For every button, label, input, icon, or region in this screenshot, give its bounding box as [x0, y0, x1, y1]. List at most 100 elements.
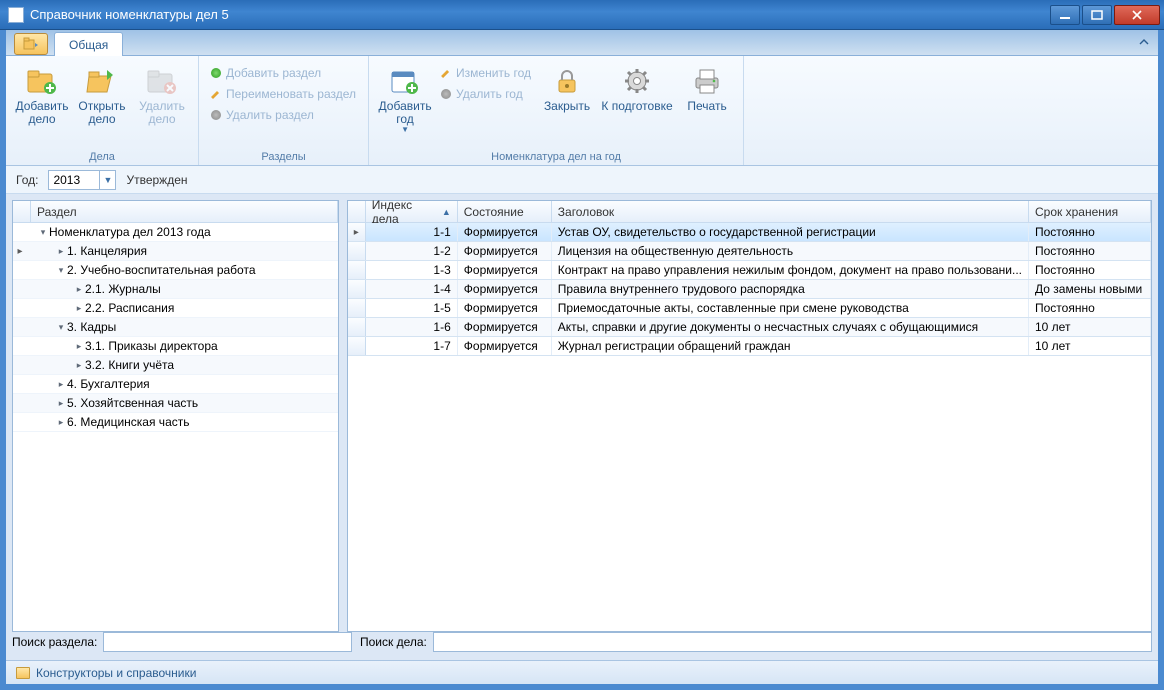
chevron-right-icon[interactable]: ▸ — [73, 360, 85, 371]
table-row[interactable]: 1-3ФормируетсяКонтракт на право управлен… — [348, 261, 1151, 280]
tree-item-label: Номенклатура дел 2013 года — [49, 225, 211, 239]
year-toolbar: Год: ▼ Утвержден — [6, 166, 1158, 194]
tree-row[interactable]: ▸3.2. Книги учёта — [13, 356, 338, 375]
search-section-input[interactable] — [103, 632, 352, 652]
tree-row[interactable]: ▸2.2. Расписания — [13, 299, 338, 318]
add-year-label: Добавить год — [379, 100, 432, 126]
chevron-right-icon[interactable]: ▸ — [55, 379, 67, 390]
table-row[interactable]: 1-7ФормируетсяЖурнал регистрации обращен… — [348, 337, 1151, 356]
cell-storage: 10 лет — [1029, 337, 1151, 355]
col-storage[interactable]: Срок хранения — [1029, 201, 1151, 222]
table-row[interactable]: 1-2ФормируетсяЛицензия на общественную д… — [348, 242, 1151, 261]
chevron-down-icon[interactable]: ▾ — [55, 265, 67, 276]
row-indicator-icon — [348, 337, 366, 355]
table-row[interactable]: 1-6ФормируетсяАкты, справки и другие док… — [348, 318, 1151, 337]
col-state[interactable]: Состояние — [458, 201, 552, 222]
tree-body[interactable]: ▾Номенклатура дел 2013 года▸▸1. Канцеляр… — [13, 223, 338, 631]
ribbon-group-razdely: Добавить раздел Переименовать раздел Уда… — [199, 56, 369, 165]
lock-label: Закрыть — [544, 100, 590, 113]
chevron-right-icon[interactable]: ▸ — [73, 303, 85, 314]
grid-body[interactable]: ▸1-1ФормируетсяУстав ОУ, свидетельство о… — [348, 223, 1151, 631]
open-delo-button[interactable]: Открыть дело — [74, 60, 130, 130]
cell-title: Правила внутреннего трудового распорядка — [552, 280, 1029, 298]
quick-access-button[interactable] — [14, 33, 48, 55]
print-label: Печать — [687, 100, 726, 113]
add-year-button[interactable]: Добавить год ▼ — [377, 60, 433, 139]
folder-open-icon — [85, 64, 119, 98]
pencil-icon — [441, 68, 451, 78]
folder-icon — [16, 667, 30, 679]
row-indicator-icon: ▸ — [13, 246, 27, 257]
col-title[interactable]: Заголовок — [552, 201, 1029, 222]
tree-row[interactable]: ▸▸1. Канцелярия — [13, 242, 338, 261]
cell-state: Формируется — [458, 299, 552, 317]
lock-button[interactable]: Закрыть — [539, 60, 595, 117]
cell-state: Формируется — [458, 223, 552, 241]
cell-index: 1-5 — [366, 299, 458, 317]
minimize-button[interactable] — [1050, 5, 1080, 25]
cell-title: Лицензия на общественную деятельность — [552, 242, 1029, 260]
add-delo-button[interactable]: Добавить дело — [14, 60, 70, 130]
cell-index: 1-2 — [366, 242, 458, 260]
ribbon-group-dela: Добавить дело Открыть дело Удалить дело — [6, 56, 199, 165]
statusbar: Конструкторы и справочники — [6, 660, 1158, 684]
add-section-button: Добавить раздел — [207, 64, 360, 82]
tree-item-label: 4. Бухгалтерия — [67, 377, 150, 391]
statusbar-text[interactable]: Конструкторы и справочники — [36, 666, 196, 680]
cell-index: 1-3 — [366, 261, 458, 279]
ribbon-collapse-icon[interactable] — [1138, 36, 1150, 50]
row-indicator-icon — [348, 299, 366, 317]
ribbon: Добавить дело Открыть дело Удалить дело — [6, 56, 1158, 166]
chevron-down-icon[interactable]: ▼ — [99, 171, 115, 189]
prepare-button[interactable]: К подготовке — [599, 60, 675, 117]
chevron-right-icon[interactable]: ▸ — [73, 284, 85, 295]
maximize-button[interactable] — [1082, 5, 1112, 25]
gear-icon — [620, 64, 654, 98]
year-input[interactable] — [49, 171, 99, 189]
chevron-right-icon[interactable]: ▸ — [55, 246, 67, 257]
chevron-right-icon[interactable]: ▸ — [73, 341, 85, 352]
col-index[interactable]: Индекс дела▲ — [366, 201, 458, 222]
year-combobox[interactable]: ▼ — [48, 170, 116, 190]
tree-row[interactable]: ▸3.1. Приказы директора — [13, 337, 338, 356]
tree-row[interactable]: ▾3. Кадры — [13, 318, 338, 337]
tab-general[interactable]: Общая — [54, 32, 123, 56]
delete-icon — [441, 89, 451, 99]
search-delo-input[interactable] — [433, 632, 1152, 652]
table-row[interactable]: ▸1-1ФормируетсяУстав ОУ, свидетельство о… — [348, 223, 1151, 242]
tree-row[interactable]: ▸5. Хозяйтсвенная часть — [13, 394, 338, 413]
print-button[interactable]: Печать — [679, 60, 735, 117]
app-window: Справочник номенклатуры дел 5 Общая — [0, 0, 1164, 690]
table-row[interactable]: 1-4ФормируетсяПравила внутреннего трудов… — [348, 280, 1151, 299]
cell-storage: Постоянно — [1029, 223, 1151, 241]
cell-storage: Постоянно — [1029, 299, 1151, 317]
tree-row[interactable]: ▾2. Учебно-воспитательная работа — [13, 261, 338, 280]
chevron-down-icon[interactable]: ▾ — [55, 322, 67, 333]
cell-title: Устав ОУ, свидетельство о государственно… — [552, 223, 1029, 241]
chevron-right-icon[interactable]: ▸ — [55, 398, 67, 409]
close-button[interactable] — [1114, 5, 1160, 25]
tree-item-label: 1. Канцелярия — [67, 244, 147, 258]
window-controls — [1050, 5, 1160, 25]
printer-icon — [690, 64, 724, 98]
tree-item-label: 2.1. Журналы — [85, 282, 161, 296]
tree-row[interactable]: ▸4. Бухгалтерия — [13, 375, 338, 394]
year-label: Год: — [16, 173, 38, 187]
open-delo-label: Открыть дело — [76, 100, 128, 126]
cell-state: Формируется — [458, 337, 552, 355]
tree-row[interactable]: ▾Номенклатура дел 2013 года — [13, 223, 338, 242]
grid-panel: Индекс дела▲ Состояние Заголовок Срок хр… — [347, 200, 1152, 632]
tree-row[interactable]: ▸2.1. Журналы — [13, 280, 338, 299]
app-icon — [8, 7, 24, 23]
tree-header-label[interactable]: Раздел — [31, 201, 338, 222]
main-area: Раздел ▾Номенклатура дел 2013 года▸▸1. К… — [6, 194, 1158, 632]
tree-row[interactable]: ▸6. Медицинская часть — [13, 413, 338, 432]
table-row[interactable]: 1-5ФормируетсяПриемосдаточные акты, сост… — [348, 299, 1151, 318]
tree-panel: Раздел ▾Номенклатура дел 2013 года▸▸1. К… — [12, 200, 339, 632]
chevron-right-icon[interactable]: ▸ — [55, 417, 67, 428]
folder-add-icon — [25, 64, 59, 98]
cell-title: Контракт на право управления нежилым фон… — [552, 261, 1029, 279]
chevron-down-icon[interactable]: ▾ — [37, 227, 49, 238]
content-shell: Общая Добавить дело — [0, 30, 1164, 690]
chevron-down-icon: ▼ — [401, 126, 409, 135]
